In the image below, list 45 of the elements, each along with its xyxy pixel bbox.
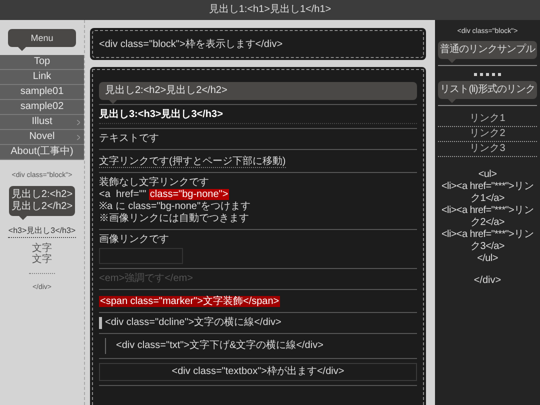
emphasis-text: <em>強調です</em>: [99, 273, 194, 285]
marker-text: <span class="marker">文字装飾</span>: [99, 296, 280, 307]
menu-item[interactable]: About(工事中): [0, 145, 84, 160]
indented-text: <div class="txt">文字下げ&文字の横に線</div>: [105, 338, 417, 354]
menu-item[interactable]: Top: [0, 55, 84, 70]
heading: <h3>見出し3</h3>: [8, 225, 76, 238]
heading: 見出し3:<h3>見出し3</h3>: [99, 109, 417, 124]
menu-item[interactable]: Illust: [0, 115, 84, 130]
page-title: 見出し1:<h1>見出し1</h1>: [208, 4, 332, 16]
text-box: <div class="textbox">枠が出ます</div>: [99, 363, 417, 381]
list-link[interactable]: リンク2: [438, 127, 537, 142]
bubble-tail-icon: [448, 99, 456, 103]
menu-item[interactable]: Novel: [0, 130, 84, 145]
body-text: テキストです: [99, 133, 160, 145]
bubble-tail-icon: [18, 47, 26, 51]
code-text: <li><a href="***">リンク3</a>: [440, 229, 534, 253]
link-heading: 普通のリンクサンプル: [438, 41, 537, 59]
bubble-tail-icon: [19, 216, 27, 220]
body-text: 文字: [32, 243, 52, 254]
list-link[interactable]: リンク3: [438, 142, 537, 157]
menu-item[interactable]: sample01: [0, 85, 84, 100]
menu-title: Menu: [8, 29, 76, 47]
menu-item[interactable]: Link: [0, 70, 84, 85]
bubble-tail-icon: [109, 100, 117, 104]
body-text: ※a に class="bg-none"をつけます: [99, 201, 252, 213]
code-text: </ul>: [477, 253, 498, 265]
code-text: <li><a href="***">リンク1</a>: [440, 181, 534, 205]
body-text: 装飾なし文字リンクです: [99, 177, 210, 189]
body-text: 文字: [32, 254, 52, 265]
code-text: <div class="block">枠を表示します</div>: [99, 39, 283, 50]
text-link[interactable]: 文字リンクです(押すとページ下部に移動): [99, 156, 286, 168]
dots-icon: [474, 73, 501, 76]
side-line-text: <div class="dcline">文字の横に線</div>: [99, 317, 417, 329]
list-link[interactable]: リンク1: [438, 112, 537, 127]
body-text: <a href="" class="bg-none">: [99, 189, 230, 201]
code-text: <ul>: [478, 169, 497, 181]
menu-item[interactable]: sample02: [0, 100, 84, 115]
code-text: <li><a href="***">リンク2</a>: [440, 205, 534, 229]
code-text: </div>: [474, 275, 502, 287]
heading: 見出し2:<h2>見出し2</h2>: [9, 186, 75, 216]
heading: 見出し2:<h2>見出し2</h2>: [99, 82, 417, 100]
link-heading: リスト(li)形式のリンク: [438, 81, 537, 99]
bubble-tail-icon: [448, 59, 456, 63]
body-text: ※画像リンクには自動でつきます: [99, 213, 250, 225]
body-text: 画像リンクです: [99, 234, 170, 246]
